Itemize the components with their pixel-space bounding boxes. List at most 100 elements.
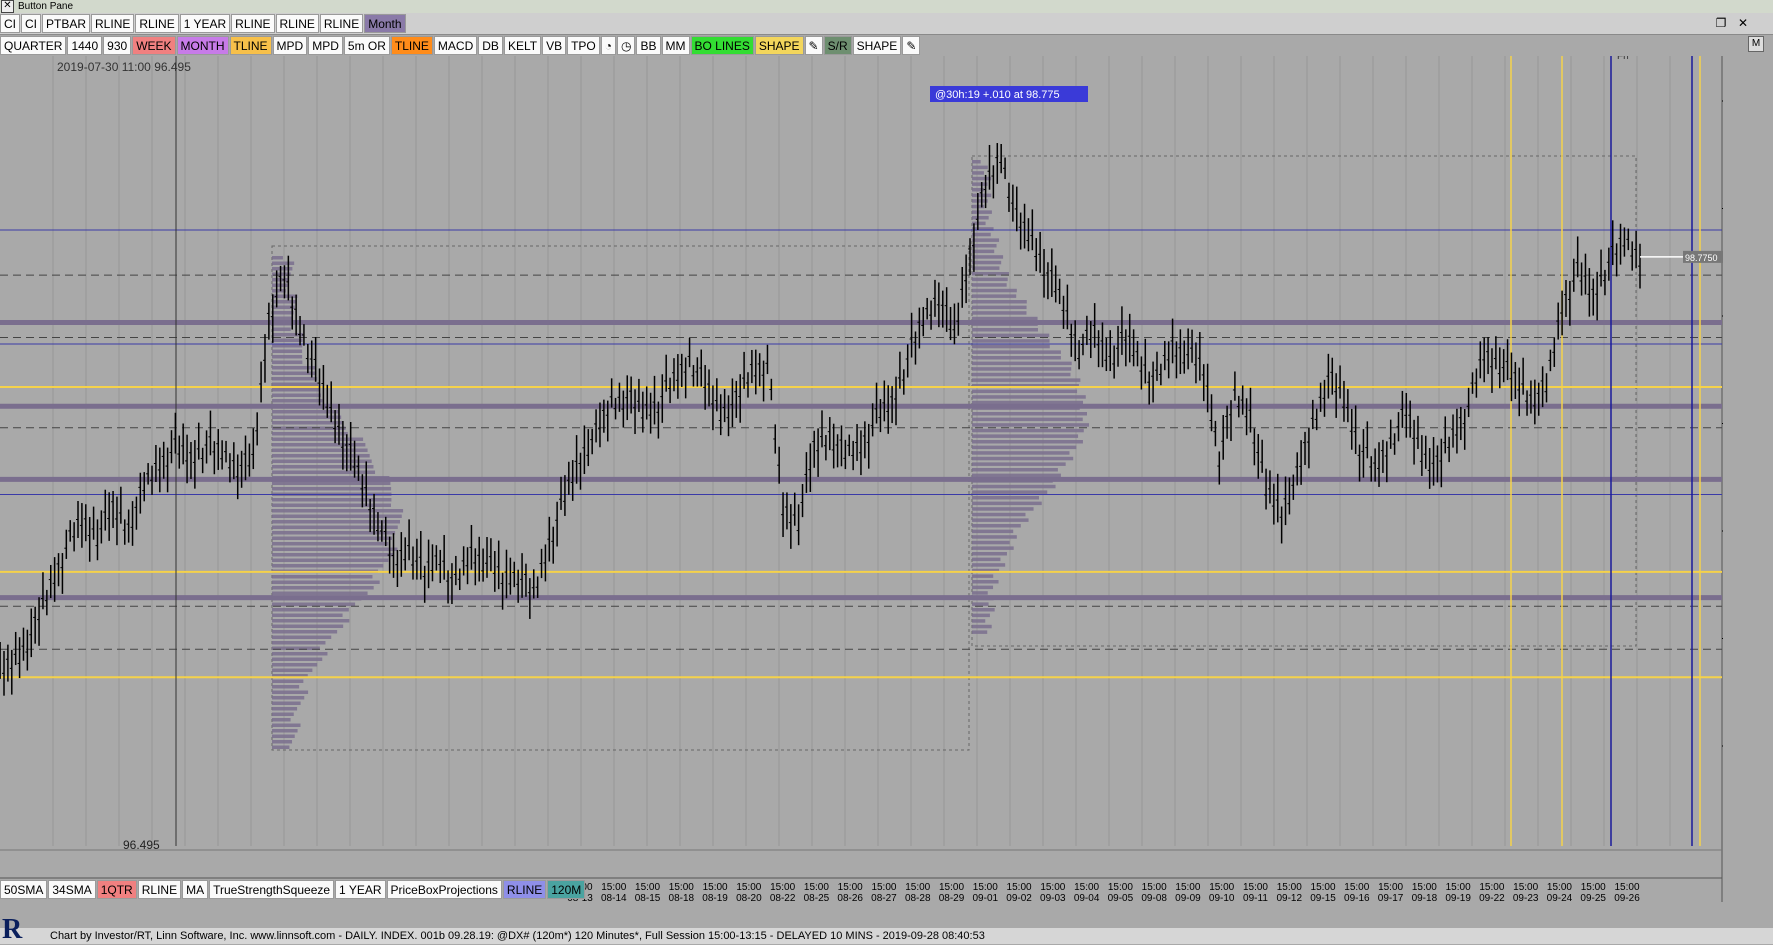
profile-bar: [972, 501, 1042, 506]
week-button[interactable]: WEEK: [132, 36, 176, 55]
profile-bar: [972, 428, 1084, 433]
profile-bar: [972, 316, 1038, 321]
profile-bar: [272, 745, 290, 749]
x-axis-time-label: 15:00: [770, 882, 795, 893]
profile-bar: [972, 473, 1061, 478]
close-icon[interactable]: ✕: [1, 0, 14, 13]
profile-bar: [272, 410, 340, 414]
34sma-button[interactable]: 34SMA: [48, 880, 96, 899]
profile-bar: [272, 514, 402, 518]
profile-bar: [272, 635, 332, 639]
profile-bar: [272, 355, 303, 359]
5m-or-button[interactable]: 5m OR: [343, 36, 390, 55]
profile-bar: [272, 696, 305, 700]
profile-bar: [272, 734, 295, 738]
1440-button[interactable]: 1440: [67, 36, 103, 55]
shape-button[interactable]: SHAPE: [754, 36, 804, 55]
bb-button[interactable]: BB: [636, 36, 661, 55]
profile-bar: [972, 496, 1039, 500]
ptbar-button[interactable]: PTBAR: [42, 14, 91, 33]
x-axis-date-label: 08-20: [736, 893, 762, 902]
x-axis-date-label: 09-26: [1614, 893, 1640, 902]
930-button[interactable]: 930: [103, 36, 132, 55]
profile-bar: [972, 311, 1027, 315]
x-axis-time-label: 15:00: [601, 882, 626, 893]
profile-bar: [272, 267, 293, 271]
profile-bar: [972, 412, 1087, 416]
ci-button[interactable]: CI: [0, 14, 20, 33]
vb-button[interactable]: VB: [542, 36, 567, 55]
1qtr-button[interactable]: 1QTR: [96, 880, 137, 899]
profile-bar: [972, 445, 1077, 450]
s-r-button[interactable]: S/R: [823, 36, 852, 55]
mpd-button[interactable]: MPD: [308, 36, 343, 55]
close-window-icon[interactable]: ✕: [1734, 15, 1752, 31]
profile-bar: [972, 619, 986, 623]
stopwatch-button[interactable]: ◔: [600, 36, 616, 55]
x-axis-time-label: 15:00: [1007, 882, 1032, 893]
mpd-button[interactable]: MPD: [272, 36, 308, 55]
ci-button[interactable]: CI: [21, 14, 41, 33]
bo-lines-button[interactable]: BO LINES: [690, 36, 754, 55]
x-axis-time-label: 15:00: [635, 882, 660, 893]
profile-bar: [972, 468, 1058, 472]
profile-bar: [972, 574, 994, 578]
profile-bar: [272, 668, 313, 672]
profile-bar: [272, 327, 291, 331]
month-button[interactable]: MONTH: [176, 36, 229, 55]
tpo-button[interactable]: TPO: [567, 36, 600, 55]
1-year-button[interactable]: 1 YEAR: [179, 14, 231, 33]
maximize-chart-button[interactable]: M: [1748, 36, 1764, 52]
month-button[interactable]: Month: [364, 14, 406, 33]
rline-button[interactable]: RLINE: [231, 14, 275, 33]
tline-button[interactable]: TLINE: [390, 36, 433, 55]
db-button[interactable]: DB: [478, 36, 503, 55]
clock-button[interactable]: ◷: [617, 36, 636, 55]
profile-bar: [972, 389, 1078, 394]
window-titlebar: ✕ Button Pane: [0, 0, 1773, 14]
price-chart[interactable]: 99.50099.00098.50098.00097.50097.00096.5…: [0, 56, 1723, 902]
restore-icon[interactable]: ❐: [1712, 15, 1730, 31]
120m-button[interactable]: 120M: [547, 880, 586, 899]
x-axis-date-label: 09-01: [973, 893, 999, 902]
profile-bar: [972, 361, 1072, 366]
profile-bar: [272, 630, 338, 634]
profile-bar: [972, 260, 1002, 265]
x-axis-time-label: 15:00: [1142, 882, 1167, 893]
kelt-button[interactable]: KELT: [503, 36, 542, 55]
pencil-button[interactable]: ✎: [902, 36, 921, 55]
shape-button[interactable]: SHAPE: [852, 36, 902, 55]
profile-bar: [972, 540, 1010, 545]
rline-button[interactable]: RLINE: [137, 880, 182, 899]
truestrengthsqueeze-button[interactable]: TrueStrengthSqueeze: [209, 880, 335, 899]
profile-bar: [972, 585, 994, 590]
quarter-button[interactable]: QUARTER: [0, 36, 67, 55]
x-axis-time-label: 15:00: [838, 882, 863, 893]
profile-bar: [272, 536, 392, 540]
x-axis-date-label: 09-08: [1141, 893, 1167, 902]
profile-bar: [272, 393, 321, 397]
profile-bar: [972, 484, 1056, 489]
profile-bar: [272, 729, 298, 733]
rline-button[interactable]: RLINE: [91, 14, 135, 33]
rline-button[interactable]: RLINE: [275, 14, 319, 33]
mm-button[interactable]: MM: [661, 36, 690, 55]
profile-bar: [972, 294, 1017, 298]
rline-button[interactable]: RLINE: [135, 14, 179, 33]
status-text: Chart by Investor/RT, Linn Software, Inc…: [50, 930, 985, 942]
tline-button[interactable]: TLINE: [229, 36, 272, 55]
profile-bar: [272, 437, 364, 441]
x-axis-time-label: 15:00: [1581, 882, 1606, 893]
profile-bar: [972, 300, 1027, 304]
priceboxprojections-button[interactable]: PriceBoxProjections: [386, 880, 502, 899]
50sma-button[interactable]: 50SMA: [0, 880, 48, 899]
profile-bar: [272, 652, 328, 656]
pencil-button[interactable]: ✎: [804, 36, 823, 55]
1-year-button[interactable]: 1 YEAR: [335, 880, 386, 899]
ma-button[interactable]: MA: [182, 880, 209, 899]
x-axis-time-label: 15:00: [973, 882, 998, 893]
rline-button[interactable]: RLINE: [502, 880, 547, 899]
x-axis-time-label: 15:00: [669, 882, 694, 893]
rline-button[interactable]: RLINE: [319, 14, 364, 33]
macd-button[interactable]: MACD: [433, 36, 478, 55]
